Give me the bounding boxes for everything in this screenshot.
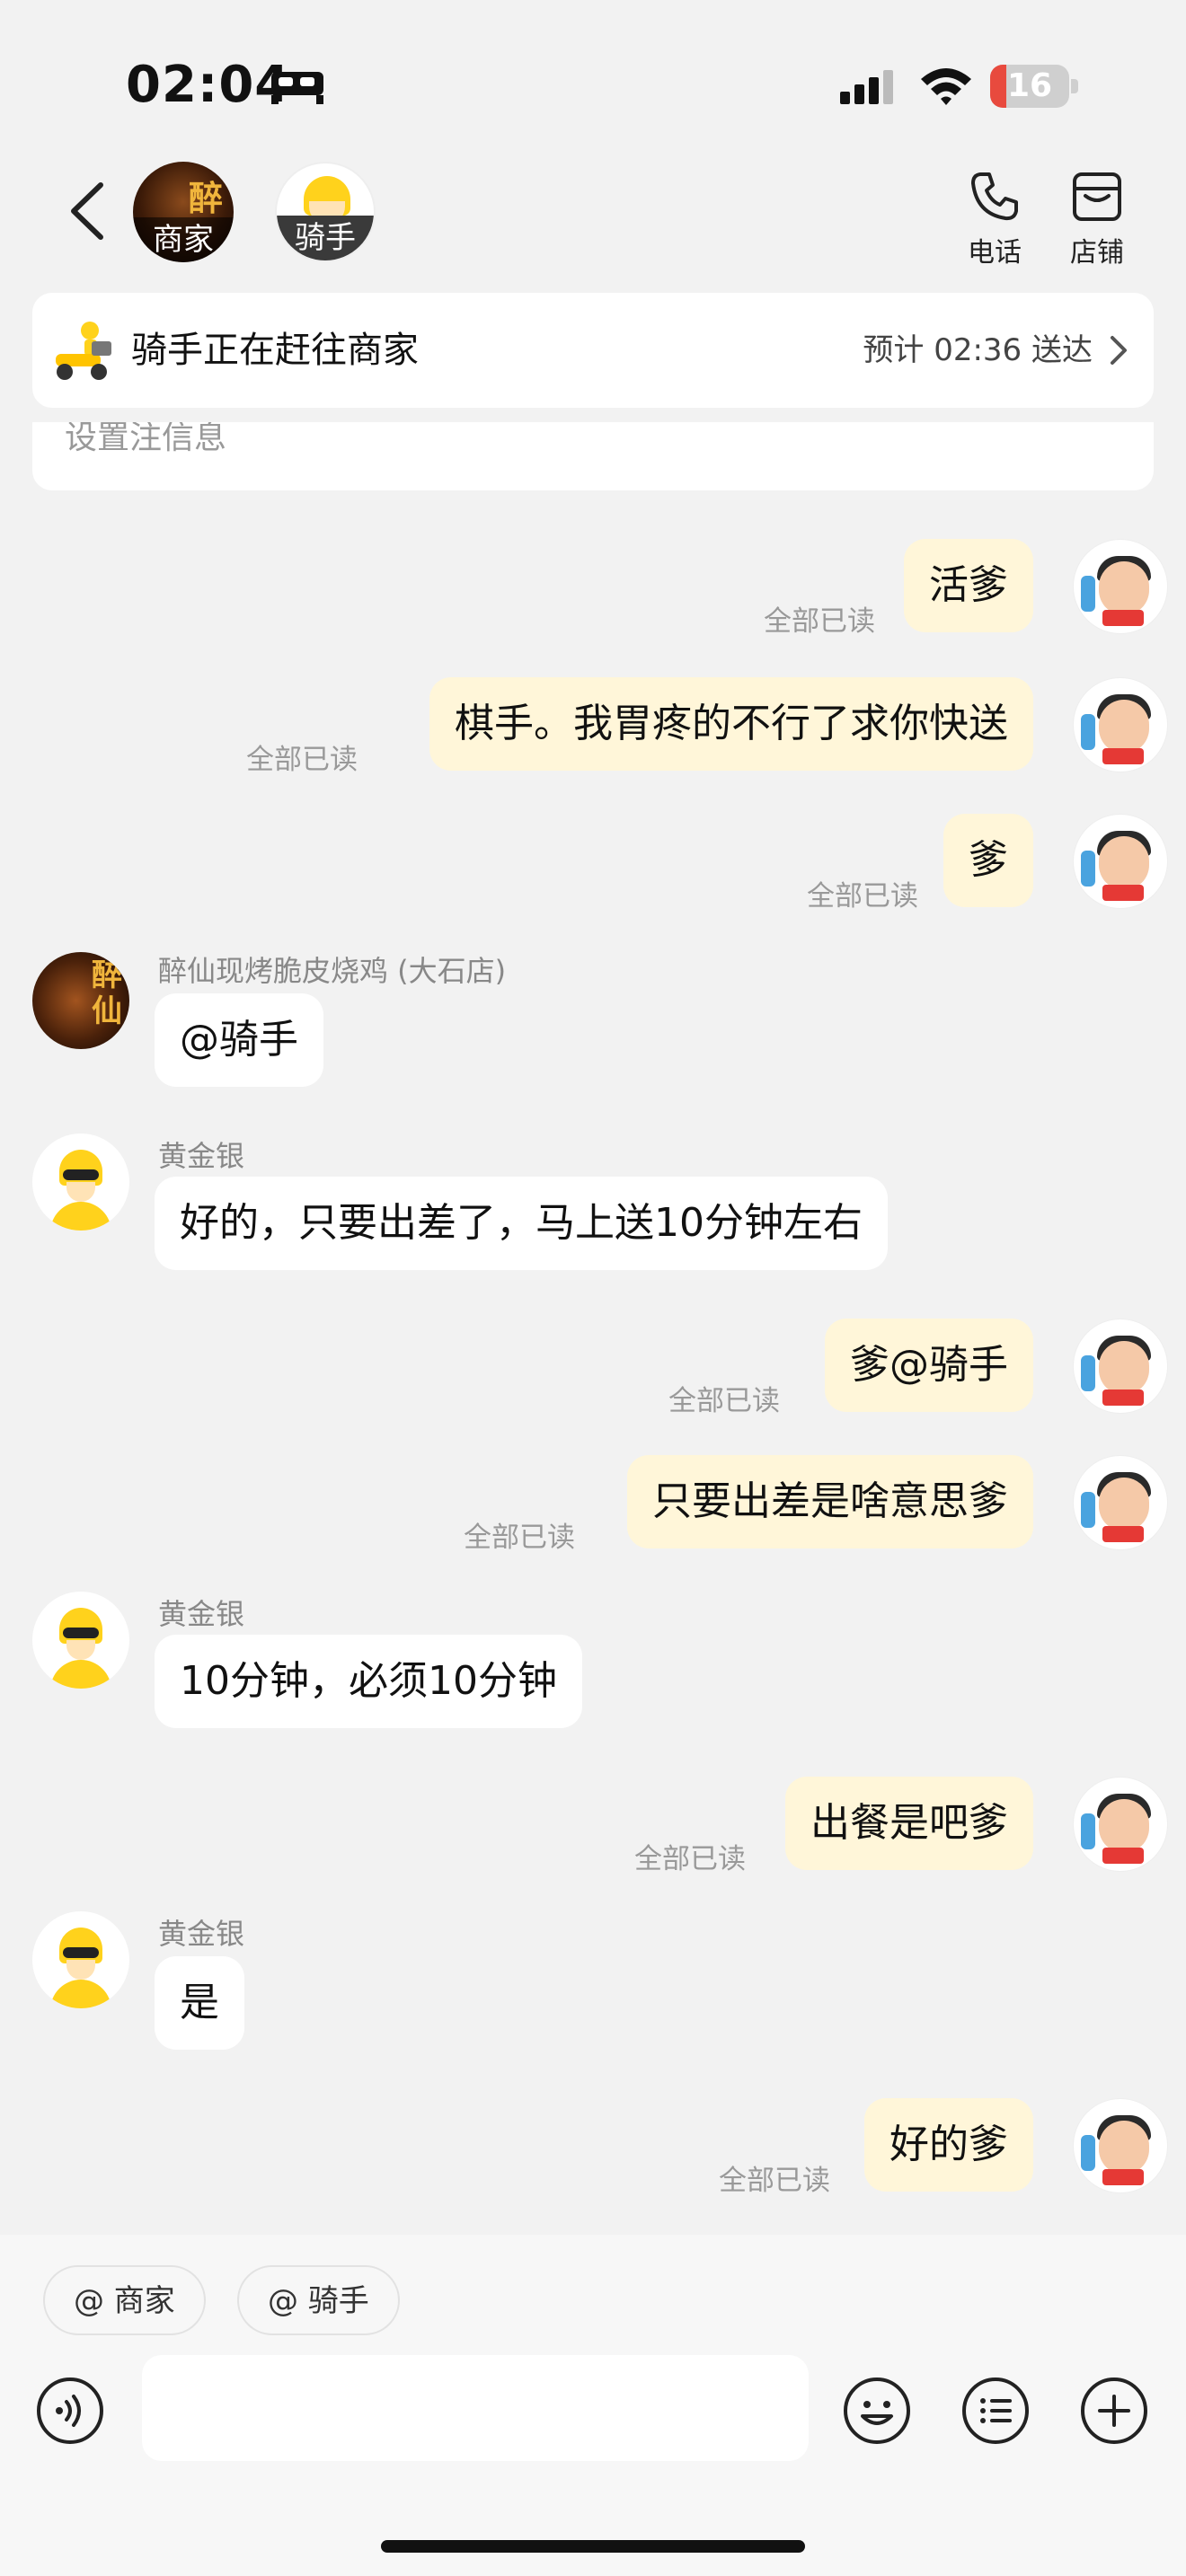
rider-avatar[interactable] <box>32 1592 129 1689</box>
self-avatar[interactable] <box>1073 1777 1168 1872</box>
store-icon <box>1073 172 1121 221</box>
back-chevron-icon[interactable] <box>63 178 113 244</box>
merchant-avatar[interactable]: 醉 商家 <box>133 162 234 262</box>
status-bar: 02:04 16 <box>0 0 1186 162</box>
message-bubble[interactable]: 活爹 <box>904 539 1033 632</box>
merchant-avatar[interactable]: 醉仙 <box>32 952 129 1049</box>
message-bubble[interactable]: 好的爹 <box>864 2098 1033 2192</box>
read-receipt: 全部已读 <box>464 1522 575 1554</box>
message-bubble[interactable]: 是 <box>155 1956 244 2050</box>
wifi-icon <box>921 68 971 105</box>
rider-avatar[interactable]: 骑手 <box>275 162 376 262</box>
sender-name: 黄金银 <box>158 1597 245 1631</box>
home-indicator <box>381 2540 805 2553</box>
phone-label: 电话 <box>968 237 1022 269</box>
rider-avatar[interactable] <box>32 1911 129 2008</box>
message-bubble[interactable]: 棋手。我胃疼的不行了求你快送 <box>429 677 1033 771</box>
read-receipt: 全部已读 <box>764 605 875 638</box>
message-bubble[interactable]: 爹 <box>943 814 1033 907</box>
phone-icon <box>971 172 1018 221</box>
scooter-icon <box>56 322 111 380</box>
read-receipt: 全部已读 <box>668 1385 780 1417</box>
message-bubble[interactable]: 出餐是吧爹 <box>785 1777 1033 1870</box>
self-avatar[interactable] <box>1073 1455 1168 1550</box>
mention-merchant-chip[interactable]: @ 商家 <box>43 2265 206 2335</box>
store-label: 店铺 <box>1070 237 1124 269</box>
delivery-eta: 预计 02:36 送达 <box>863 332 1093 368</box>
emoji-icon[interactable] <box>843 2377 911 2445</box>
self-avatar[interactable] <box>1073 539 1168 634</box>
self-avatar[interactable] <box>1073 814 1168 909</box>
message-bubble[interactable]: 10分钟，必须10分钟 <box>155 1635 582 1728</box>
rider-avatar[interactable] <box>32 1134 129 1231</box>
message-bubble[interactable]: 只要出差是啥意思爹 <box>627 1455 1033 1548</box>
battery-level: 16 <box>1006 67 1053 104</box>
notice-card-partial: 设置注信息 <box>32 422 1154 490</box>
voice-input-icon[interactable] <box>36 2377 104 2445</box>
read-receipt: 全部已读 <box>719 2165 830 2197</box>
sender-name: 黄金银 <box>158 1139 245 1173</box>
read-receipt: 全部已读 <box>634 1843 746 1875</box>
sender-name: 黄金银 <box>158 1917 245 1951</box>
add-icon[interactable] <box>1080 2377 1148 2445</box>
quick-phrase-icon[interactable] <box>961 2377 1030 2445</box>
chevron-right-icon <box>1111 336 1127 365</box>
store-button[interactable]: 店铺 <box>1057 169 1137 269</box>
read-receipt: 全部已读 <box>807 880 918 913</box>
message-input[interactable] <box>142 2355 809 2461</box>
delivery-status-text: 骑手正在赶往商家 <box>131 330 419 371</box>
self-avatar[interactable] <box>1073 2098 1168 2193</box>
merchant-avatar-label: 商家 <box>133 217 234 262</box>
cellular-signal-icon <box>840 70 893 104</box>
status-time: 02:04 <box>126 56 291 114</box>
rider-avatar-label: 骑手 <box>277 216 374 260</box>
battery-indicator: 16 <box>990 65 1078 108</box>
delivery-status-card[interactable]: 骑手正在赶往商家 预计 02:36 送达 <box>32 293 1154 408</box>
message-bubble[interactable]: @骑手 <box>155 993 323 1087</box>
message-bubble[interactable]: 好的，只要出差了，马上送10分钟左右 <box>155 1177 888 1270</box>
self-avatar[interactable] <box>1073 677 1168 772</box>
merchant-logo-char: 醉仙 <box>92 957 122 1029</box>
notice-text: 设置注信息 <box>65 422 227 456</box>
merchant-logo-char: 醉 <box>189 179 224 218</box>
sender-name: 醉仙现烤脆皮烧鸡 (大石店) <box>158 954 507 988</box>
mention-rider-chip[interactable]: @ 骑手 <box>237 2265 400 2335</box>
message-bubble[interactable]: 爹@骑手 <box>825 1319 1033 1412</box>
phone-button[interactable]: 电话 <box>954 169 1035 269</box>
read-receipt: 全部已读 <box>246 744 358 776</box>
sleep-focus-icon <box>271 72 323 104</box>
self-avatar[interactable] <box>1073 1319 1168 1414</box>
